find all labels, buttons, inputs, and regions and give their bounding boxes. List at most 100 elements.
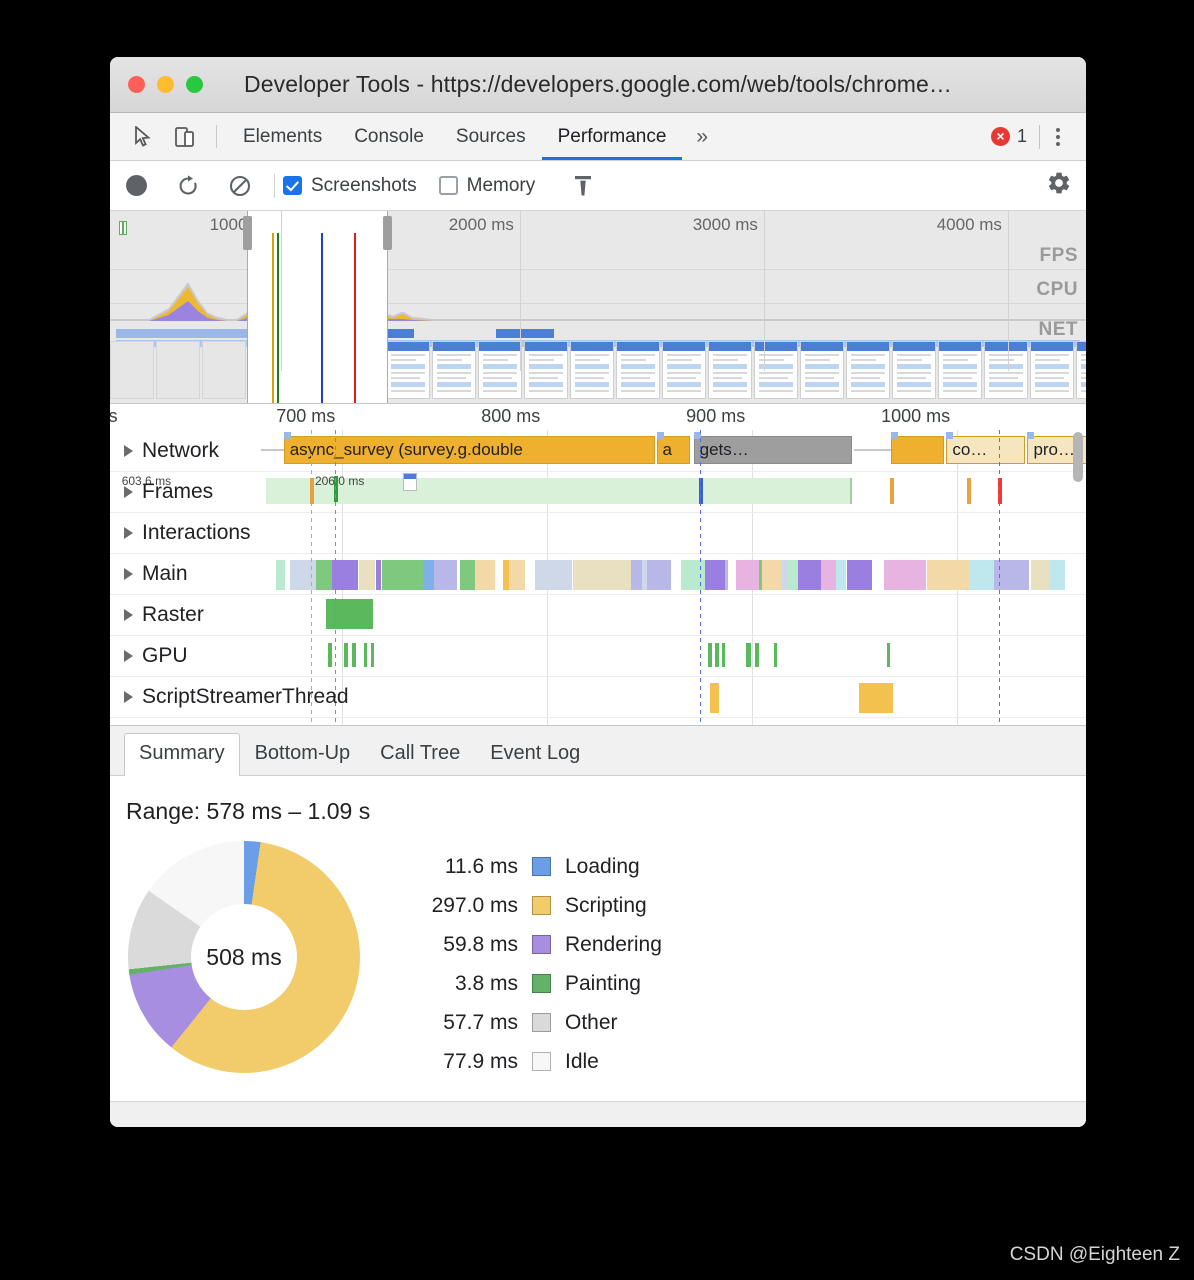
main-thread-event[interactable]	[316, 560, 333, 590]
track-row-network[interactable]: Network async_survey (survey.g.double a get…	[110, 430, 1086, 472]
main-thread-event[interactable]	[681, 560, 706, 590]
record-button[interactable]	[110, 175, 162, 196]
filmstrip-thumbnail[interactable]	[432, 341, 476, 399]
gpu-event[interactable]	[721, 643, 726, 667]
gpu-event[interactable]	[352, 643, 356, 667]
main-thread-event[interactable]	[275, 560, 286, 590]
gpu-event[interactable]	[715, 643, 719, 667]
main-thread-event[interactable]	[1031, 560, 1049, 590]
main-thread-event[interactable]	[836, 560, 847, 590]
overview-selection-window[interactable]	[242, 211, 393, 403]
tab-elements[interactable]: Elements	[227, 113, 338, 160]
maximize-button[interactable]	[186, 76, 203, 93]
expand-triangle-icon[interactable]	[124, 650, 133, 662]
flamechart-scrollbar[interactable]	[1073, 432, 1083, 482]
memory-checkbox-box[interactable]	[438, 176, 458, 195]
filmstrip-thumbnail[interactable]	[524, 341, 568, 399]
tab-summary[interactable]: Summary	[124, 733, 240, 776]
device-toolbar-icon[interactable]	[164, 113, 206, 160]
track-row-main[interactable]: Main	[110, 554, 1086, 595]
network-request-bar[interactable]: co…	[946, 436, 1025, 464]
flamechart-pane[interactable]: ms700 ms800 ms900 ms1000 ms1100 m Networ…	[110, 404, 1086, 726]
main-thread-event[interactable]	[736, 560, 759, 590]
main-thread-event[interactable]	[725, 560, 729, 590]
main-thread-event[interactable]	[289, 560, 317, 590]
main-thread-event[interactable]	[926, 560, 970, 590]
main-thread-event[interactable]	[475, 560, 495, 590]
collect-garbage-button[interactable]	[557, 174, 609, 198]
track-row-frames[interactable]: Frames 603.6 ms 206.0 ms	[110, 472, 1086, 513]
filmstrip-thumbnail[interactable]	[156, 341, 200, 399]
expand-triangle-icon[interactable]	[124, 609, 133, 621]
legend-row[interactable]: 3.8 ms Painting	[398, 964, 662, 1003]
track-row-raster[interactable]: Raster	[110, 595, 1086, 636]
filmstrip-thumbnail[interactable]	[1076, 341, 1086, 399]
filmstrip-thumbnail[interactable]	[984, 341, 1028, 399]
timeline-overview[interactable]: 1000 ms2000 ms3000 ms4000 ms FPSCPUNET	[110, 211, 1086, 404]
expand-triangle-icon[interactable]	[124, 444, 133, 457]
cursor-select-icon[interactable]	[122, 113, 164, 160]
main-thread-event[interactable]	[1006, 560, 1029, 590]
filmstrip-thumbnail[interactable]	[110, 341, 154, 399]
main-thread-event[interactable]	[503, 560, 510, 590]
close-button[interactable]	[128, 76, 145, 93]
gpu-event[interactable]	[344, 643, 348, 667]
filmstrip-thumbnail[interactable]	[892, 341, 936, 399]
main-thread-event[interactable]	[1049, 560, 1066, 590]
tab-console[interactable]: Console	[338, 113, 440, 160]
track-row-interactions[interactable]: Interactions	[110, 513, 1086, 554]
main-thread-event[interactable]	[459, 560, 476, 590]
tab-call-tree[interactable]: Call Tree	[365, 733, 475, 775]
tab-sources[interactable]: Sources	[440, 113, 542, 160]
more-tabs-icon[interactable]: »	[682, 113, 722, 160]
filmstrip-thumbnail[interactable]	[708, 341, 752, 399]
legend-row[interactable]: 77.9 ms Idle	[398, 1042, 662, 1081]
overview-right-handle[interactable]	[383, 216, 393, 250]
error-badge[interactable]: × 1	[990, 126, 1039, 147]
main-thread-event[interactable]	[572, 560, 631, 590]
main-thread-event[interactable]	[821, 560, 836, 590]
legend-row[interactable]: 297.0 ms Scripting	[398, 886, 662, 925]
main-thread-event[interactable]	[423, 560, 435, 590]
filmstrip-thumbnail[interactable]	[754, 341, 798, 399]
track-header-gpu[interactable]: GPU	[110, 636, 188, 676]
track-header-raster[interactable]: Raster	[110, 595, 204, 635]
gpu-event[interactable]	[370, 643, 374, 667]
expand-triangle-icon[interactable]	[124, 568, 133, 580]
network-request-bar[interactable]: a	[656, 436, 690, 464]
tab-event-log[interactable]: Event Log	[475, 733, 595, 775]
reload-and-record-button[interactable]	[162, 174, 214, 198]
main-thread-event[interactable]	[401, 560, 424, 590]
filmstrip-thumbnail[interactable]	[800, 341, 844, 399]
main-thread-event[interactable]	[969, 560, 979, 590]
main-thread-event[interactable]	[375, 560, 382, 590]
network-request-bar[interactable]: gets…	[693, 436, 852, 464]
legend-row[interactable]: 11.6 ms Loading	[398, 847, 662, 886]
filmstrip-thumbnail[interactable]	[616, 341, 660, 399]
memory-checkbox[interactable]: Memory	[438, 175, 535, 197]
main-thread-event[interactable]	[978, 560, 994, 590]
network-request-bar[interactable]	[890, 436, 944, 464]
filmstrip-thumbnail[interactable]	[938, 341, 982, 399]
tab-performance[interactable]: Performance	[541, 113, 683, 160]
raster-event[interactable]	[325, 599, 373, 629]
filmstrip-thumbnail[interactable]	[386, 341, 430, 399]
main-thread-event[interactable]	[798, 560, 818, 590]
filmstrip-thumbnail[interactable]	[570, 341, 614, 399]
expand-triangle-icon[interactable]	[124, 527, 133, 539]
main-thread-event[interactable]	[358, 560, 376, 590]
network-request-bar[interactable]: async_survey (survey.g.double	[283, 436, 655, 464]
activity-donut-chart[interactable]: 508 ms	[128, 841, 360, 1073]
expand-triangle-icon[interactable]	[124, 486, 133, 498]
kebab-menu-icon[interactable]	[1040, 127, 1076, 146]
minimize-button[interactable]	[157, 76, 174, 93]
capture-settings-button[interactable]	[1046, 170, 1072, 202]
main-thread-event[interactable]	[381, 560, 402, 590]
track-header-main[interactable]: Main	[110, 554, 188, 594]
main-thread-event[interactable]	[846, 560, 873, 590]
clear-button[interactable]	[214, 174, 266, 198]
script-streamer-event[interactable]	[710, 683, 720, 713]
main-thread-event[interactable]	[647, 560, 672, 590]
main-thread-event[interactable]	[780, 560, 788, 590]
main-thread-event[interactable]	[762, 560, 781, 590]
